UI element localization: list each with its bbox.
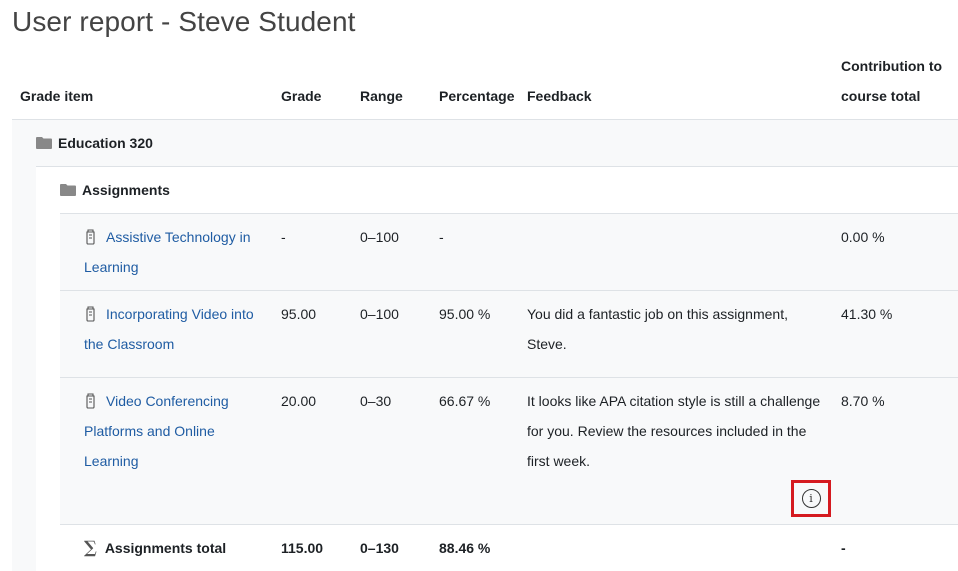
total-name: Assignments total [104,540,227,556]
feedback-line: It looks like APA citation style is stil… [527,393,821,409]
range-cell: 0–100 [360,306,399,322]
column-header-feedback: Feedback [527,88,592,104]
grade-item-link-cont[interactable]: Learning [84,259,139,275]
grade-cell: 20.00 [281,393,317,409]
grade-cell: - [281,229,286,245]
percentage-cell: 95.00 % [439,306,491,322]
column-header-percentage: Percentage [439,88,515,104]
grade-item-link[interactable]: Video Conferencing [106,393,229,409]
grade-item-assistive-technology[interactable]: Assistive Technology in Learning [84,222,264,282]
range-cell: 0–30 [360,393,392,409]
column-header-contribution-line2: course total [841,88,921,104]
assignment-icon [84,225,98,245]
assignments-total-row: ∑ Assignments total [84,533,226,563]
column-header-contribution: Contribution to course total [841,51,942,111]
assignment-icon [84,389,98,409]
percentage-cell: - [439,229,444,245]
category-name: Assignments [82,182,170,198]
total-range-cell: 0–130 [360,540,399,556]
course-divider [36,166,958,167]
grade-item-video-conferencing[interactable]: Video Conferencing Platforms and Online … [84,386,264,476]
page-title: User report - Steve Student [12,6,356,37]
feedback-line: for you. Review the resources included i… [527,423,807,439]
grade-item-link-cont[interactable]: Learning [84,453,139,469]
course-name: Education 320 [58,135,153,151]
item-divider-1 [60,290,958,291]
info-icon[interactable]: i [801,489,821,508]
contribution-cell: 41.30 % [841,306,893,322]
grade-item-link[interactable]: Incorporating Video into [106,306,254,322]
grade-item-link-cont[interactable]: the Classroom [84,336,174,352]
grade-cell: 95.00 [281,306,317,322]
column-header-contribution-line1: Contribution to [841,58,943,74]
feedback-line: You did a fantastic job on this assignme… [527,306,788,322]
contribution-cell: 0.00 % [841,229,885,245]
total-contribution-cell: - [841,540,846,556]
category-row: Assignments [60,182,170,198]
total-percentage-cell: 88.46 % [439,540,491,556]
feedback-cell: You did a fantastic job on this assignme… [527,299,832,359]
folder-icon [60,184,76,196]
info-icon-highlight[interactable]: i [791,480,831,517]
item-divider-3 [60,524,958,525]
feedback-cell: It looks like APA citation style is stil… [527,386,832,476]
column-header-range: Range [360,88,403,104]
percentage-cell: 66.67 % [439,393,491,409]
total-grade-cell: 115.00 [281,540,324,556]
folder-icon [36,137,52,149]
feedback-line: first week. [527,453,591,469]
item-divider-2 [60,377,958,378]
range-cell: 0–100 [360,229,399,245]
column-header-grade-item: Grade item [20,88,94,104]
contribution-cell: 8.70 % [841,393,885,409]
assignment-icon [84,302,98,322]
sigma-icon: ∑ [84,538,97,558]
grade-item-incorporating-video[interactable]: Incorporating Video into the Classroom [84,299,264,359]
grade-item-link[interactable]: Assistive Technology in [106,229,250,245]
course-row: Education 320 [36,135,153,151]
feedback-line: Steve. [527,336,567,352]
grade-item-link-cont[interactable]: Platforms and Online [84,423,215,439]
category-divider [60,213,958,214]
header-divider [12,119,958,120]
column-header-grade: Grade [281,88,322,104]
